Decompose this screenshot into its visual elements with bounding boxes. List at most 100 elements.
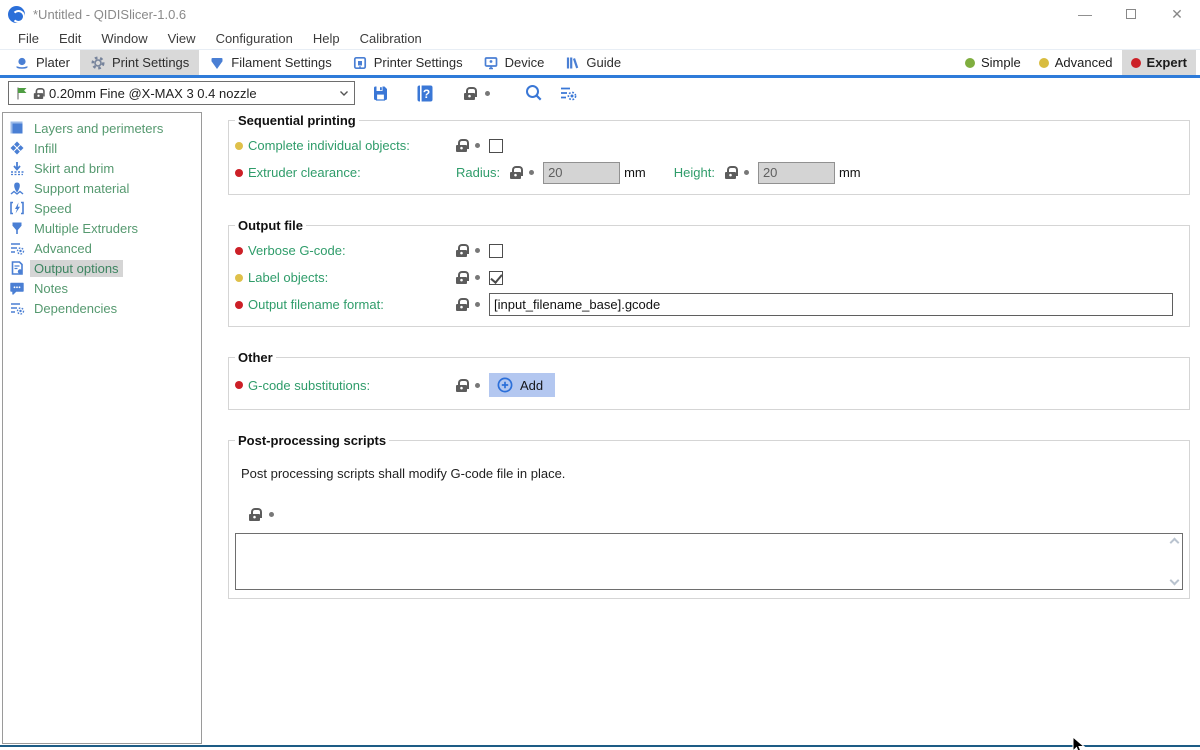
revert-dot-icon[interactable] <box>269 512 274 517</box>
option-label: G-code substitutions: <box>248 378 456 393</box>
revert-dot-icon[interactable] <box>475 248 480 253</box>
revert-dot-icon[interactable] <box>529 170 534 175</box>
verbose-gcode-checkbox[interactable] <box>489 244 503 258</box>
lock-icon[interactable] <box>456 271 467 284</box>
search-button[interactable] <box>524 83 544 103</box>
add-substitution-button[interactable]: Add <box>489 373 555 397</box>
qidi-logo-icon <box>8 6 25 23</box>
tab-label: Filament Settings <box>231 55 331 70</box>
revert-dot-icon[interactable] <box>744 170 749 175</box>
label-objects-checkbox[interactable] <box>489 271 503 285</box>
help-icon: ? <box>416 84 434 103</box>
post-processing-scripts-textarea[interactable] <box>235 533 1183 590</box>
sidebar-item-layers-and-perimeters[interactable]: Layers and perimeters <box>3 118 201 138</box>
extruders-icon <box>9 220 25 236</box>
lock-icon[interactable] <box>510 166 521 179</box>
mode-label: Simple <box>981 55 1021 70</box>
revert-dot-icon[interactable] <box>475 383 480 388</box>
lock-icon[interactable] <box>456 244 467 257</box>
sidebar-item-label: Infill <box>30 140 61 157</box>
plus-circle-icon <box>497 377 513 393</box>
tab-printer-settings[interactable]: Printer Settings <box>342 50 473 75</box>
preset-help-button[interactable]: ? <box>416 84 434 103</box>
revert-dot-icon[interactable] <box>475 143 480 148</box>
layers-icon <box>9 120 25 136</box>
section-title: Other <box>235 350 276 365</box>
revert-dot-icon[interactable] <box>475 302 480 307</box>
skirt-brim-icon <box>9 160 25 176</box>
sidebar-item-infill[interactable]: Infill <box>3 138 201 158</box>
settings-page-output-options: Sequential printing Complete individual … <box>228 113 1190 622</box>
menu-file[interactable]: File <box>8 28 49 50</box>
filament-icon <box>209 55 225 71</box>
sidebar-item-skirt-and-brim[interactable]: Skirt and brim <box>3 158 201 178</box>
lock-toggle-button[interactable] <box>464 87 475 100</box>
sidebar-item-output-options[interactable]: Output options <box>3 258 201 278</box>
gear-icon <box>90 55 106 71</box>
lock-icon[interactable] <box>249 508 260 521</box>
revert-dot-icon <box>485 91 490 96</box>
sidebar-item-label: Skirt and brim <box>30 160 118 177</box>
preset-combobox[interactable]: 0.20mm Fine @X-MAX 3 0.4 nozzle <box>8 81 355 105</box>
tab-plater[interactable]: Plater <box>4 50 80 75</box>
save-preset-button[interactable] <box>371 84 390 103</box>
sidebar-item-support-material[interactable]: Support material <box>3 178 201 198</box>
window-title: *Untitled - QIDISlicer-1.0.6 <box>33 7 186 22</box>
tab-label: Print Settings <box>112 55 189 70</box>
tab-label: Plater <box>36 55 70 70</box>
infill-icon <box>9 140 25 156</box>
sidebar-item-label: Layers and perimeters <box>30 120 167 137</box>
complete-individual-objects-checkbox[interactable] <box>489 139 503 153</box>
close-button[interactable]: ✕ <box>1154 0 1200 28</box>
svg-text:?: ? <box>423 87 430 101</box>
mode-simple[interactable]: Simple <box>956 50 1030 75</box>
lock-icon <box>464 87 475 100</box>
menu-view[interactable]: View <box>158 28 206 50</box>
revert-dot-icon[interactable] <box>475 275 480 280</box>
textarea-scrollbar[interactable] <box>1166 534 1182 589</box>
scroll-up-icon[interactable] <box>1169 538 1179 548</box>
guide-icon <box>564 55 580 71</box>
option-row-output-filename-format: Output filename format: <box>235 291 1183 318</box>
sidebar-item-advanced[interactable]: Advanced <box>3 238 201 258</box>
radius-unit: mm <box>624 165 646 180</box>
mouse-cursor <box>1072 736 1086 750</box>
mode-label: Advanced <box>1055 55 1113 70</box>
sidebar-item-multiple-extruders[interactable]: Multiple Extruders <box>3 218 201 238</box>
modified-dot-icon <box>235 274 243 282</box>
mode-expert[interactable]: Expert <box>1122 50 1196 75</box>
maximize-button[interactable] <box>1108 0 1154 28</box>
tab-guide[interactable]: Guide <box>554 50 631 75</box>
output-filename-format-field[interactable] <box>489 293 1173 316</box>
mode-advanced[interactable]: Advanced <box>1030 50 1122 75</box>
sidebar-item-label: Speed <box>30 200 76 217</box>
height-unit: mm <box>839 165 861 180</box>
mode-label: Expert <box>1147 55 1187 70</box>
menu-configuration[interactable]: Configuration <box>206 28 303 50</box>
sidebar-item-speed[interactable]: Speed <box>3 198 201 218</box>
lock-icon[interactable] <box>456 139 467 152</box>
menu-window[interactable]: Window <box>91 28 157 50</box>
mode-switcher: Simple Advanced Expert <box>956 50 1200 75</box>
tab-print-settings[interactable]: Print Settings <box>80 50 199 75</box>
maximize-icon <box>1126 9 1136 19</box>
menu-edit[interactable]: Edit <box>49 28 91 50</box>
radius-field[interactable] <box>543 162 620 184</box>
menu-calibration[interactable]: Calibration <box>350 28 432 50</box>
tab-device[interactable]: Device <box>473 50 555 75</box>
lock-icon[interactable] <box>456 379 467 392</box>
tab-filament-settings[interactable]: Filament Settings <box>199 50 341 75</box>
minimize-button[interactable]: — <box>1062 0 1108 28</box>
section-other: Other G-code substitutions: Add <box>228 350 1190 410</box>
lock-icon[interactable] <box>456 298 467 311</box>
required-dot-icon <box>235 301 243 309</box>
compare-presets-button[interactable] <box>558 84 578 102</box>
scroll-down-icon[interactable] <box>1169 576 1179 586</box>
lock-icon[interactable] <box>725 166 736 179</box>
menu-help[interactable]: Help <box>303 28 350 50</box>
sidebar-item-notes[interactable]: Notes <box>3 278 201 298</box>
height-field[interactable] <box>758 162 835 184</box>
sidebar-item-dependencies[interactable]: Dependencies <box>3 298 201 318</box>
compare-settings-icon <box>558 84 578 102</box>
save-icon <box>371 84 390 103</box>
